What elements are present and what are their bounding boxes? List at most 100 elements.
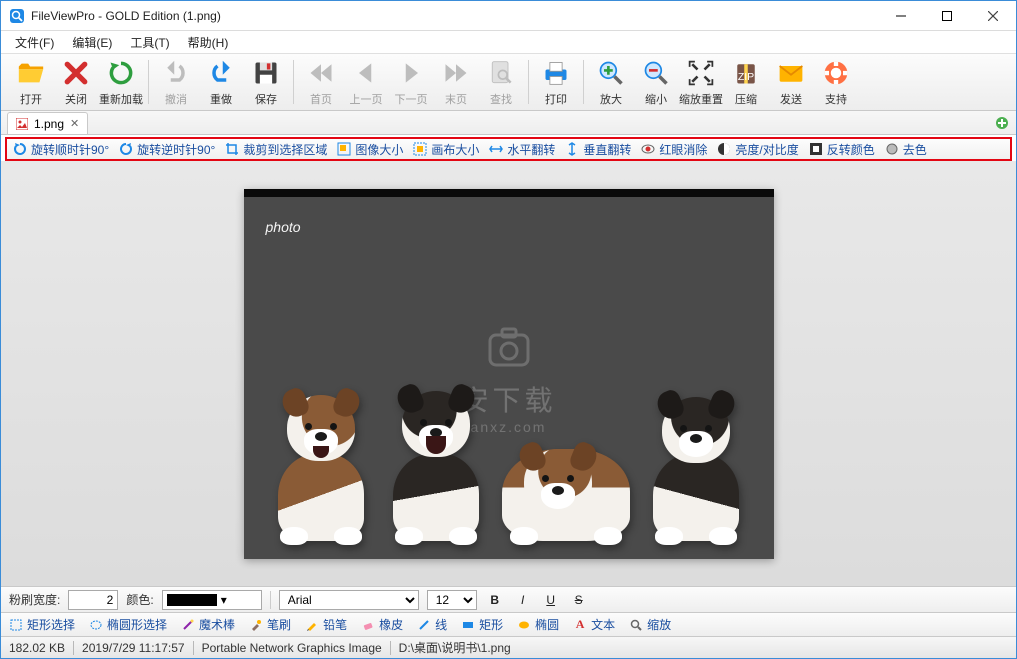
ellipse-tool[interactable]: 椭圆 [517, 616, 559, 633]
redeye-button[interactable]: 红眼消除 [641, 141, 707, 158]
brush-icon [249, 618, 263, 632]
brightness-button[interactable]: 亮度/对比度 [717, 141, 798, 158]
ellipse-select-icon [89, 618, 103, 632]
zoom-reset-button[interactable]: 缩放重置 [679, 55, 723, 109]
rect-select-tool[interactable]: 矩形选择 [9, 616, 75, 633]
menu-tool[interactable]: 工具(T) [122, 32, 177, 53]
title-bar: FileViewPro - GOLD Edition (1.png) [1, 1, 1016, 31]
svg-text:ZIP: ZIP [738, 71, 754, 83]
crop-icon [225, 142, 239, 156]
italic-button[interactable]: I [513, 590, 533, 610]
crop-button[interactable]: 裁剪到选择区域 [225, 141, 327, 158]
zip-button[interactable]: ZIP压缩 [724, 55, 768, 109]
wand-icon [181, 618, 195, 632]
print-button[interactable]: 打印 [534, 55, 578, 109]
rect-select-icon [9, 618, 23, 632]
desaturate-icon [885, 142, 899, 156]
save-button[interactable]: 保存 [244, 55, 288, 109]
color-select[interactable]: ▾ [162, 590, 262, 610]
underline-button[interactable]: U [541, 590, 561, 610]
add-tab-button[interactable] [994, 115, 1010, 131]
ellipse-select-tool[interactable]: 椭圆形选择 [89, 616, 167, 633]
line-tool[interactable]: 线 [417, 616, 447, 633]
prev-page-button[interactable]: 上一页 [344, 55, 388, 109]
image-canvas[interactable]: photo 安下载 anxz.com [1, 161, 1016, 586]
flip-v-icon [565, 142, 579, 156]
rotate-ccw-button[interactable]: 旋转逆时针90° [119, 141, 215, 158]
support-button[interactable]: 支持 [814, 55, 858, 109]
next-page-button[interactable]: 下一页 [389, 55, 433, 109]
font-size-select[interactable]: 12 [427, 590, 477, 610]
rotate-cw-button[interactable]: 旋转顺时针90° [13, 141, 109, 158]
pencil-tool[interactable]: 铅笔 [305, 616, 347, 633]
last-icon [440, 57, 472, 89]
canvas-size-button[interactable]: 画布大小 [413, 141, 479, 158]
maximize-button[interactable] [924, 1, 970, 31]
rotate-ccw-icon [119, 142, 133, 156]
font-select[interactable]: Arial [279, 590, 419, 610]
rect-tool[interactable]: 矩形 [461, 616, 503, 633]
folder-icon [15, 57, 47, 89]
brush-width-input[interactable] [68, 590, 118, 610]
close-button[interactable] [970, 1, 1016, 31]
main-toolbar: 打开 关闭 重新加载 撤消 重做 保存 首页 上一页 下一页 末页 查找 打印 … [1, 53, 1016, 111]
status-datetime: 2019/7/29 11:17:57 [82, 641, 185, 655]
zoom-in-icon [595, 57, 627, 89]
magic-wand-tool[interactable]: 魔术棒 [181, 616, 235, 633]
first-page-button[interactable]: 首页 [299, 55, 343, 109]
menu-help[interactable]: 帮助(H) [180, 32, 237, 53]
save-icon [250, 57, 282, 89]
text-icon: A [573, 618, 587, 632]
bold-button[interactable]: B [485, 590, 505, 610]
menu-file[interactable]: 文件(F) [7, 32, 62, 53]
minimize-button[interactable] [878, 1, 924, 31]
zoom-out-button[interactable]: 缩小 [634, 55, 678, 109]
strikethrough-button[interactable]: S [569, 590, 589, 610]
flip-horizontal-button[interactable]: 水平翻转 [489, 141, 555, 158]
window-title: FileViewPro - GOLD Edition (1.png) [31, 9, 878, 23]
status-bar: 182.02 KB 2019/7/29 11:17:57 Portable Ne… [1, 636, 1016, 658]
undo-button[interactable]: 撤消 [154, 55, 198, 109]
zip-icon: ZIP [730, 57, 762, 89]
flip-vertical-button[interactable]: 垂直翻转 [565, 141, 631, 158]
close-file-button[interactable]: 关闭 [54, 55, 98, 109]
open-button[interactable]: 打开 [9, 55, 53, 109]
zoom-reset-icon [685, 57, 717, 89]
app-icon [9, 8, 25, 24]
color-swatch [167, 594, 217, 606]
reload-button[interactable]: 重新加载 [99, 55, 143, 109]
tab-close-icon[interactable]: ✕ [70, 117, 79, 130]
rect-icon [461, 618, 475, 632]
brightness-icon [717, 142, 731, 156]
find-button[interactable]: 查找 [479, 55, 523, 109]
reload-icon [105, 57, 137, 89]
send-button[interactable]: 发送 [769, 55, 813, 109]
menu-bar: 文件(F) 编辑(E) 工具(T) 帮助(H) [1, 31, 1016, 53]
text-tool[interactable]: A文本 [573, 616, 615, 633]
find-icon [485, 57, 517, 89]
flip-h-icon [489, 142, 503, 156]
zoom-tool[interactable]: 缩放 [629, 616, 671, 633]
desaturate-button[interactable]: 去色 [885, 141, 927, 158]
pencil-icon [305, 618, 319, 632]
next-icon [395, 57, 427, 89]
redo-button[interactable]: 重做 [199, 55, 243, 109]
invert-button[interactable]: 反转颜色 [809, 141, 875, 158]
menu-edit[interactable]: 编辑(E) [64, 32, 120, 53]
canvas-size-icon [413, 142, 427, 156]
brush-tool[interactable]: 笔刷 [249, 616, 291, 633]
tab-strip: 1.png ✕ [1, 111, 1016, 135]
last-page-button[interactable]: 末页 [434, 55, 478, 109]
lifebuoy-icon [820, 57, 852, 89]
prev-icon [350, 57, 382, 89]
redo-icon [205, 57, 237, 89]
image-size-icon [337, 142, 351, 156]
image-size-button[interactable]: 图像大小 [337, 141, 403, 158]
zoom-in-button[interactable]: 放大 [589, 55, 633, 109]
zoom-icon [629, 618, 643, 632]
tab-label: 1.png [34, 117, 64, 131]
file-tab[interactable]: 1.png ✕ [7, 112, 88, 134]
zoom-out-icon [640, 57, 672, 89]
color-label: 颜色: [126, 591, 153, 608]
eraser-tool[interactable]: 橡皮 [361, 616, 403, 633]
